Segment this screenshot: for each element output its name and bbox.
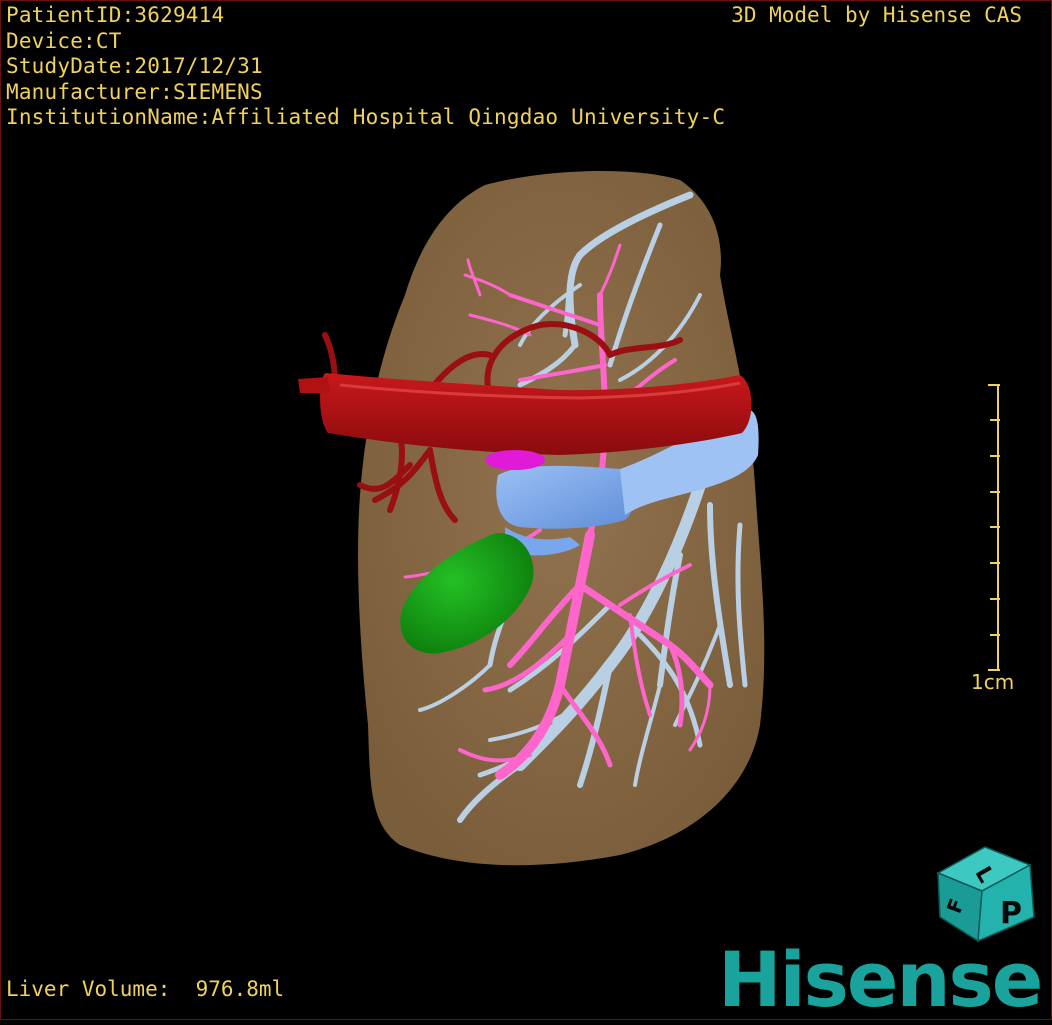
patient-id-text: PatientID:3629414 (6, 3, 225, 27)
inferior-vena-cava (496, 465, 635, 529)
institution-text: InstitutionName:Affiliated Hospital Qing… (6, 105, 726, 130)
cube-label-right: P (1000, 896, 1022, 931)
model-credit-text: 3D Model by Hisense CAS (731, 3, 1022, 27)
device-text: Device:CT (6, 28, 122, 53)
liver-volume-text: Liver Volume: 976.8ml (6, 977, 285, 1001)
portal-confluence (485, 450, 545, 470)
patient-info-overlay: PatientID:3629414 Device:CT StudyDate:20… (6, 3, 725, 131)
study-date-text: StudyDate:2017/12/31 (6, 54, 263, 79)
liver-3d-model[interactable] (280, 165, 800, 875)
hisense-logo: Hisense (718, 935, 1043, 1024)
orientation-cube[interactable]: L P F (930, 845, 1040, 945)
aorta-stub (298, 377, 330, 393)
manufacturer-text: Manufacturer:SIEMENS (6, 79, 263, 104)
scale-bar (988, 384, 1000, 671)
scale-bar-label: 1cm (971, 670, 1015, 694)
